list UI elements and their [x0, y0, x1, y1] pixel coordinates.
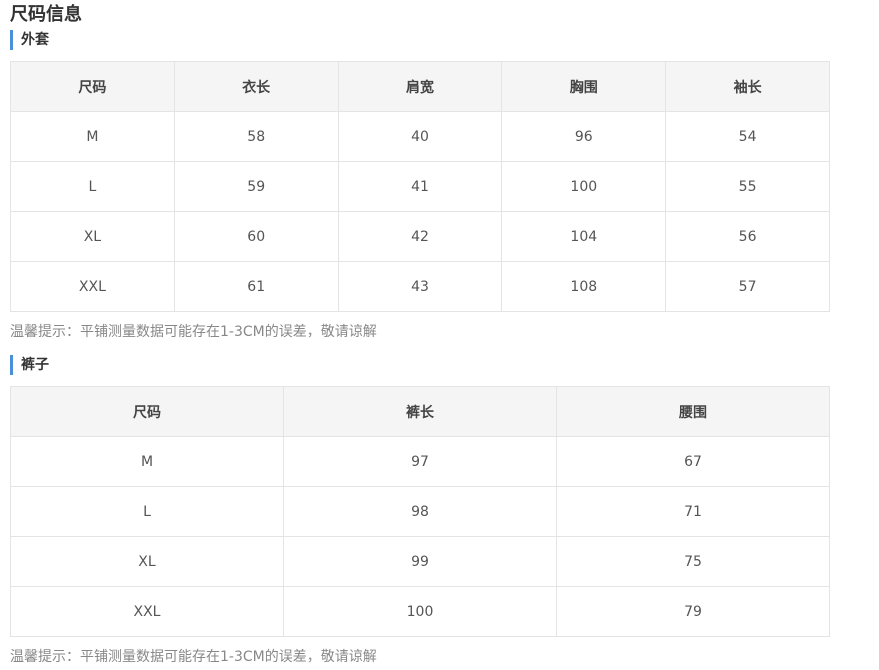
table-row: L 59 41 100 55 [10, 161, 830, 212]
table-cell: 97 [283, 436, 557, 487]
table-cell: 40 [337, 111, 503, 162]
table-cell: 56 [665, 211, 830, 262]
table-cell: XL [10, 211, 175, 262]
table-cell: 55 [665, 161, 830, 212]
jacket-size-table: 尺码 衣长 肩宽 胸围 袖长 M 58 40 96 54 L 59 41 100… [10, 61, 830, 312]
table-row: XL 99 75 [10, 536, 830, 587]
table-cell: 79 [556, 586, 830, 637]
table-cell: 57 [665, 261, 830, 312]
table-cell: M [10, 436, 284, 487]
table-cell: 43 [337, 261, 503, 312]
table-header-row: 尺码 裤长 腰围 [10, 386, 830, 437]
table-cell: 98 [283, 486, 557, 537]
table-cell: 60 [173, 211, 339, 262]
table-row: XL 60 42 104 56 [10, 211, 830, 262]
table-cell: XXL [10, 586, 284, 637]
table-cell: 71 [556, 486, 830, 537]
page-title: 尺码信息 [10, 4, 82, 25]
table-cell: 108 [501, 261, 667, 312]
table-cell: 61 [173, 261, 339, 312]
table-cell: XXL [10, 261, 175, 312]
table-cell: 100 [501, 161, 667, 212]
table-cell: L [10, 161, 175, 212]
section-title-pants: 裤子 [10, 355, 49, 375]
table-cell: 59 [173, 161, 339, 212]
column-header-size: 尺码 [10, 61, 175, 112]
column-header-waist: 腰围 [556, 386, 830, 437]
table-row: XXL 100 79 [10, 586, 830, 637]
pants-size-table: 尺码 裤长 腰围 M 97 67 L 98 71 XL 99 75 XXL 10… [10, 386, 830, 637]
table-cell: 42 [337, 211, 503, 262]
column-header-chest: 胸围 [501, 61, 667, 112]
table-cell: 75 [556, 536, 830, 587]
table-row: M 58 40 96 54 [10, 111, 830, 162]
column-header-sleeve: 袖长 [665, 61, 830, 112]
table-row: M 97 67 [10, 436, 830, 487]
column-header-length: 衣长 [173, 61, 339, 112]
jacket-measurement-note: 温馨提示：平铺测量数据可能存在1-3CM的误差，敬请谅解 [10, 324, 377, 340]
column-header-pants-length: 裤长 [283, 386, 557, 437]
column-header-shoulder: 肩宽 [337, 61, 503, 112]
section-title-jacket: 外套 [10, 30, 49, 50]
table-cell: M [10, 111, 175, 162]
table-cell: L [10, 486, 284, 537]
pants-measurement-note: 温馨提示：平铺测量数据可能存在1-3CM的误差，敬请谅解 [10, 649, 377, 665]
table-cell: XL [10, 536, 284, 587]
table-cell: 54 [665, 111, 830, 162]
table-cell: 99 [283, 536, 557, 587]
table-cell: 67 [556, 436, 830, 487]
table-cell: 100 [283, 586, 557, 637]
table-cell: 96 [501, 111, 667, 162]
table-cell: 104 [501, 211, 667, 262]
table-row: L 98 71 [10, 486, 830, 537]
table-row: XXL 61 43 108 57 [10, 261, 830, 312]
table-header-row: 尺码 衣长 肩宽 胸围 袖长 [10, 61, 830, 112]
column-header-size: 尺码 [10, 386, 284, 437]
table-cell: 41 [337, 161, 503, 212]
table-cell: 58 [173, 111, 339, 162]
